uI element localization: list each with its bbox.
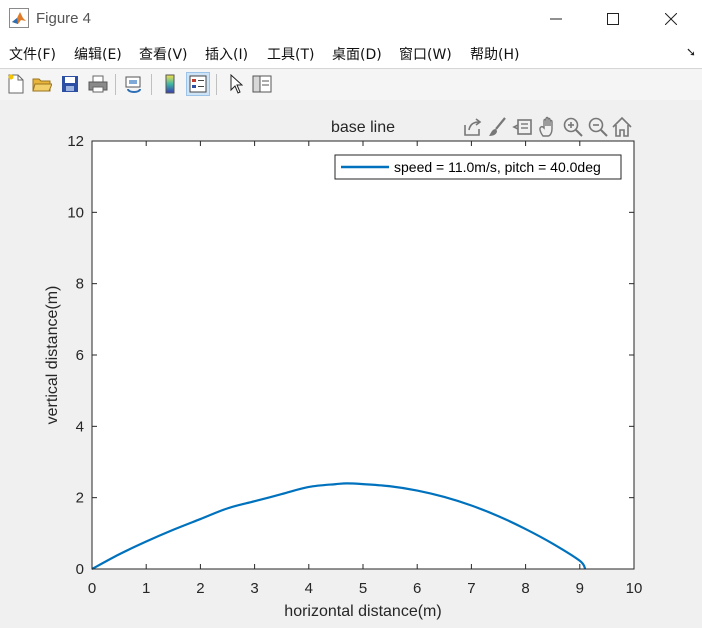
close-button[interactable] [642,0,700,38]
colorbar-icon [165,74,175,94]
open-button[interactable] [30,72,54,96]
datatip-icon[interactable] [512,116,534,138]
new-figure-icon [8,74,24,94]
menu-edit[interactable]: 编辑(E) [74,44,122,64]
save-button[interactable] [58,72,82,96]
menu-desktop[interactable]: 桌面(D) [332,44,382,64]
print-icon [88,75,108,93]
menu-file[interactable]: 文件(F) [9,44,56,64]
brush-icon[interactable] [487,116,509,138]
open-icon [32,78,52,92]
home-icon[interactable] [611,116,633,138]
save-icon [62,76,78,92]
zoom-in-icon[interactable] [562,116,584,138]
colorbar-button[interactable] [158,72,182,96]
menu-view[interactable]: 查看(V) [139,44,188,64]
figure-toolbar [0,68,702,101]
menu-insert[interactable]: 插入(I) [205,44,248,64]
dock-arrow-icon[interactable]: ➘ [686,45,696,59]
menu-help[interactable]: 帮助(H) [470,44,519,64]
window-title: Figure 4 [36,10,92,27]
print-button[interactable] [86,72,110,96]
property-inspector-icon [252,75,272,93]
minimize-icon [550,18,562,20]
maximize-icon [607,13,619,25]
close-icon [665,13,677,25]
link-plot-button[interactable] [122,72,146,96]
minimize-button[interactable] [527,0,585,38]
legend-icon [189,75,207,93]
new-figure-button[interactable] [4,72,28,96]
pan-icon[interactable] [537,116,559,138]
pointer-icon [230,74,243,94]
property-inspector-button[interactable] [250,72,274,96]
matlab-logo-icon [9,8,29,28]
menu-tools[interactable]: 工具(T) [267,44,314,64]
figure-canvas [0,100,702,628]
menu-bar: 文件(F) 编辑(E) 查看(V) 插入(I) 工具(T) 桌面(D) 窗口(W… [0,38,702,68]
pointer-button[interactable] [224,72,248,96]
link-plot-icon [125,76,141,93]
menu-window[interactable]: 窗口(W) [399,44,452,64]
title-bar: Figure 4 [0,0,702,38]
legend-button[interactable] [186,72,210,96]
export-icon[interactable] [462,116,484,138]
zoom-out-icon[interactable] [587,116,609,138]
maximize-button[interactable] [584,0,642,38]
